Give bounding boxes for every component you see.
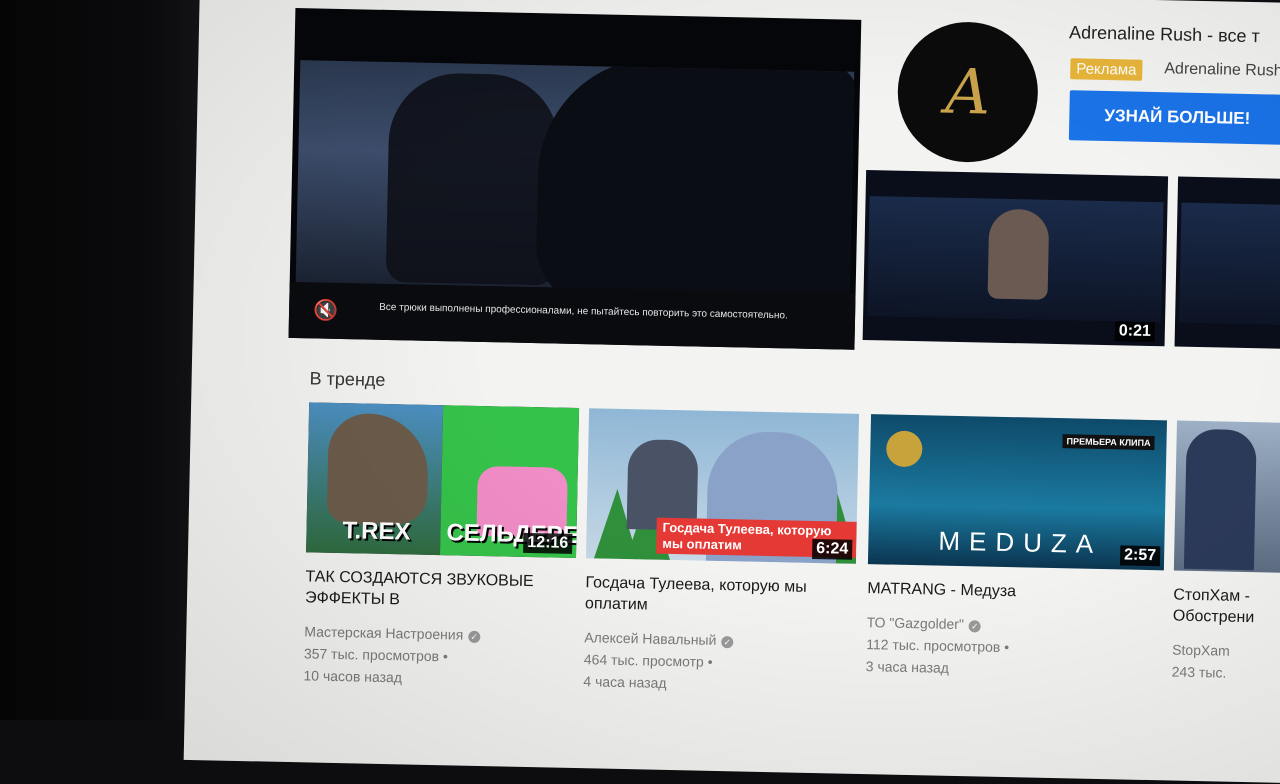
video-thumbnail[interactable]: ПРЕМЬЕРА КЛИПА MEDUZA 2:57 [867, 414, 1167, 571]
video-card[interactable]: T.REX СЕЛЬДЕРЕЙ 12:16 ТАК СОЗДАЮТСЯ ЗВУК… [303, 402, 580, 692]
ad-side-thumbnail-2[interactable] [1174, 176, 1280, 349]
ad-badge: Реклама [1070, 58, 1143, 81]
logo-letter: A [944, 54, 991, 129]
monitor-bezel [0, 0, 215, 720]
channel-name[interactable]: Мастерская Настроения [304, 623, 463, 642]
thumbnail-image [867, 196, 1164, 323]
thumbnail-caption: T.REX [342, 517, 411, 546]
video-figure [535, 60, 855, 294]
video-meta: StopXam 243 тыс. [1172, 639, 1280, 686]
video-card[interactable]: СтопХам - Обострени StopXam 243 тыс. [1172, 420, 1280, 686]
gazgolder-logo-icon [885, 430, 923, 468]
channel-name[interactable]: Алексей Навальный [584, 629, 716, 648]
video-title[interactable]: СтопХам - Обострени [1173, 585, 1280, 630]
ad-video-frame[interactable] [295, 60, 855, 294]
thumbnail-figure [1183, 428, 1257, 571]
learn-more-button[interactable]: УЗНАЙ БОЛЬШЕ! [1068, 90, 1280, 145]
channel-name[interactable]: ТО "Gazgolder" [867, 614, 965, 632]
mute-icon[interactable]: 🔇 [313, 298, 339, 323]
video-meta: Алексей Навальный ✓ 464 тыс. просмотр • 4… [583, 626, 854, 698]
video-duration: 2:57 [1119, 545, 1161, 567]
video-figure [385, 72, 561, 286]
section-title-trending[interactable]: В тренде [309, 368, 385, 391]
video-title[interactable]: Госдача Тулеева, которую мы оплатим [585, 572, 856, 620]
video-meta: Мастерская Настроения ✓ 357 тыс. просмотр… [303, 620, 574, 692]
video-title[interactable]: MATRANG - Медуза [867, 578, 1163, 605]
verified-icon: ✓ [968, 620, 981, 633]
video-duration: 6:24 [811, 538, 853, 560]
ad-video-player[interactable]: 🔇 Все трюки выполнены профессионалами, н… [288, 8, 862, 350]
verified-icon: ✓ [721, 636, 734, 649]
video-card[interactable]: ПРЕМЬЕРА КЛИПА MEDUZA 2:57 MATRANG - Мед… [866, 414, 1167, 683]
video-thumbnail[interactable]: Госдача Тулеева, которую мы оплатим 6:24 [585, 408, 860, 564]
thumbnail-figure [626, 439, 699, 531]
youtube-screen: 🔇 Все трюки выполнены профессионалами, н… [183, 0, 1280, 784]
video-thumbnail[interactable] [1173, 420, 1280, 574]
video-thumbnail[interactable]: T.REX СЕЛЬДЕРЕЙ 12:16 [306, 402, 580, 559]
ad-channel-logo[interactable]: A [896, 20, 1040, 164]
video-meta: ТО "Gazgolder" ✓ 112 тыс. просмотров • 3 … [866, 611, 1163, 683]
thumbnail-title: MEDUZA [938, 525, 1103, 560]
channel-name[interactable]: StopXam [1172, 639, 1280, 664]
video-duration: 12:16 [523, 532, 573, 554]
video-card[interactable]: Госдача Тулеева, которую мы оплатим 6:24… [583, 408, 860, 698]
ad-caption: Все трюки выполнены профессионалами, не … [379, 301, 788, 322]
premiere-badge: ПРЕМЬЕРА КЛИПА [1062, 434, 1155, 451]
thumbnail-image [1179, 202, 1280, 325]
ad-side-thumbnail[interactable]: 0:21 [862, 169, 1169, 347]
verified-icon: ✓ [468, 630, 481, 644]
thumbnail-figure [987, 208, 1050, 300]
view-count: 243 тыс. [1171, 663, 1227, 681]
ad-title[interactable]: Adrenaline Rush - все т [1069, 22, 1260, 47]
upload-age: 4 часа назад [583, 673, 667, 691]
video-title[interactable]: ТАК СОЗДАЮТСЯ ЗВУКОВЫЕ ЭФФЕКТЫ В [305, 566, 576, 614]
upload-age: 10 часов назад [303, 667, 403, 686]
player-controls: 🔇 Все трюки выполнены профессионалами, н… [288, 281, 856, 350]
ad-channel-name[interactable]: Adrenaline Rush [1164, 60, 1280, 80]
video-duration: 0:21 [1114, 321, 1156, 343]
